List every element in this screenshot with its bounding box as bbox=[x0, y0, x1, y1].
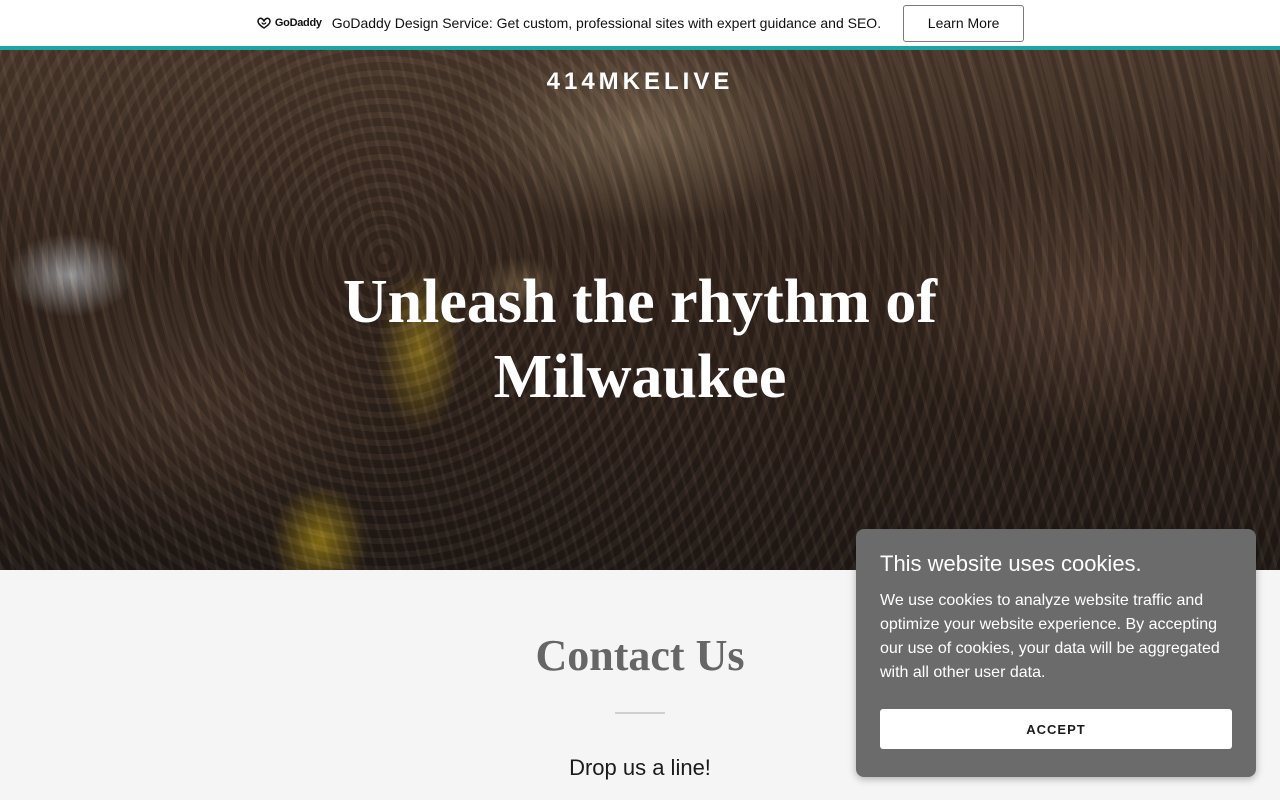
godaddy-logo[interactable]: GoDaddy bbox=[256, 16, 322, 30]
godaddy-logo-icon bbox=[257, 17, 271, 29]
cookie-banner: This website uses cookies. We use cookie… bbox=[856, 529, 1256, 777]
learn-more-button[interactable]: Learn More bbox=[903, 4, 1025, 42]
accept-cookies-button[interactable]: ACCEPT bbox=[880, 709, 1232, 749]
section-divider bbox=[615, 712, 665, 714]
promo-message: GoDaddy Design Service: Get custom, prof… bbox=[331, 15, 882, 31]
hero-headline: Unleash the rhythm of Milwaukee bbox=[342, 268, 938, 411]
cookie-title: This website uses cookies. bbox=[880, 551, 1142, 576]
site-brand[interactable]: 414MKELIVE bbox=[0, 68, 1280, 96]
cookie-body: We use cookies to analyze website traffi… bbox=[880, 592, 1220, 681]
godaddy-logo-text: GoDaddy bbox=[274, 17, 322, 29]
hero-section: 414MKELIVE Unleash the rhythm of Milwauk… bbox=[0, 50, 1280, 570]
promo-banner: GoDaddy GoDaddy Design Service: Get cust… bbox=[0, 0, 1280, 46]
promo-accent-bar bbox=[0, 46, 1280, 50]
